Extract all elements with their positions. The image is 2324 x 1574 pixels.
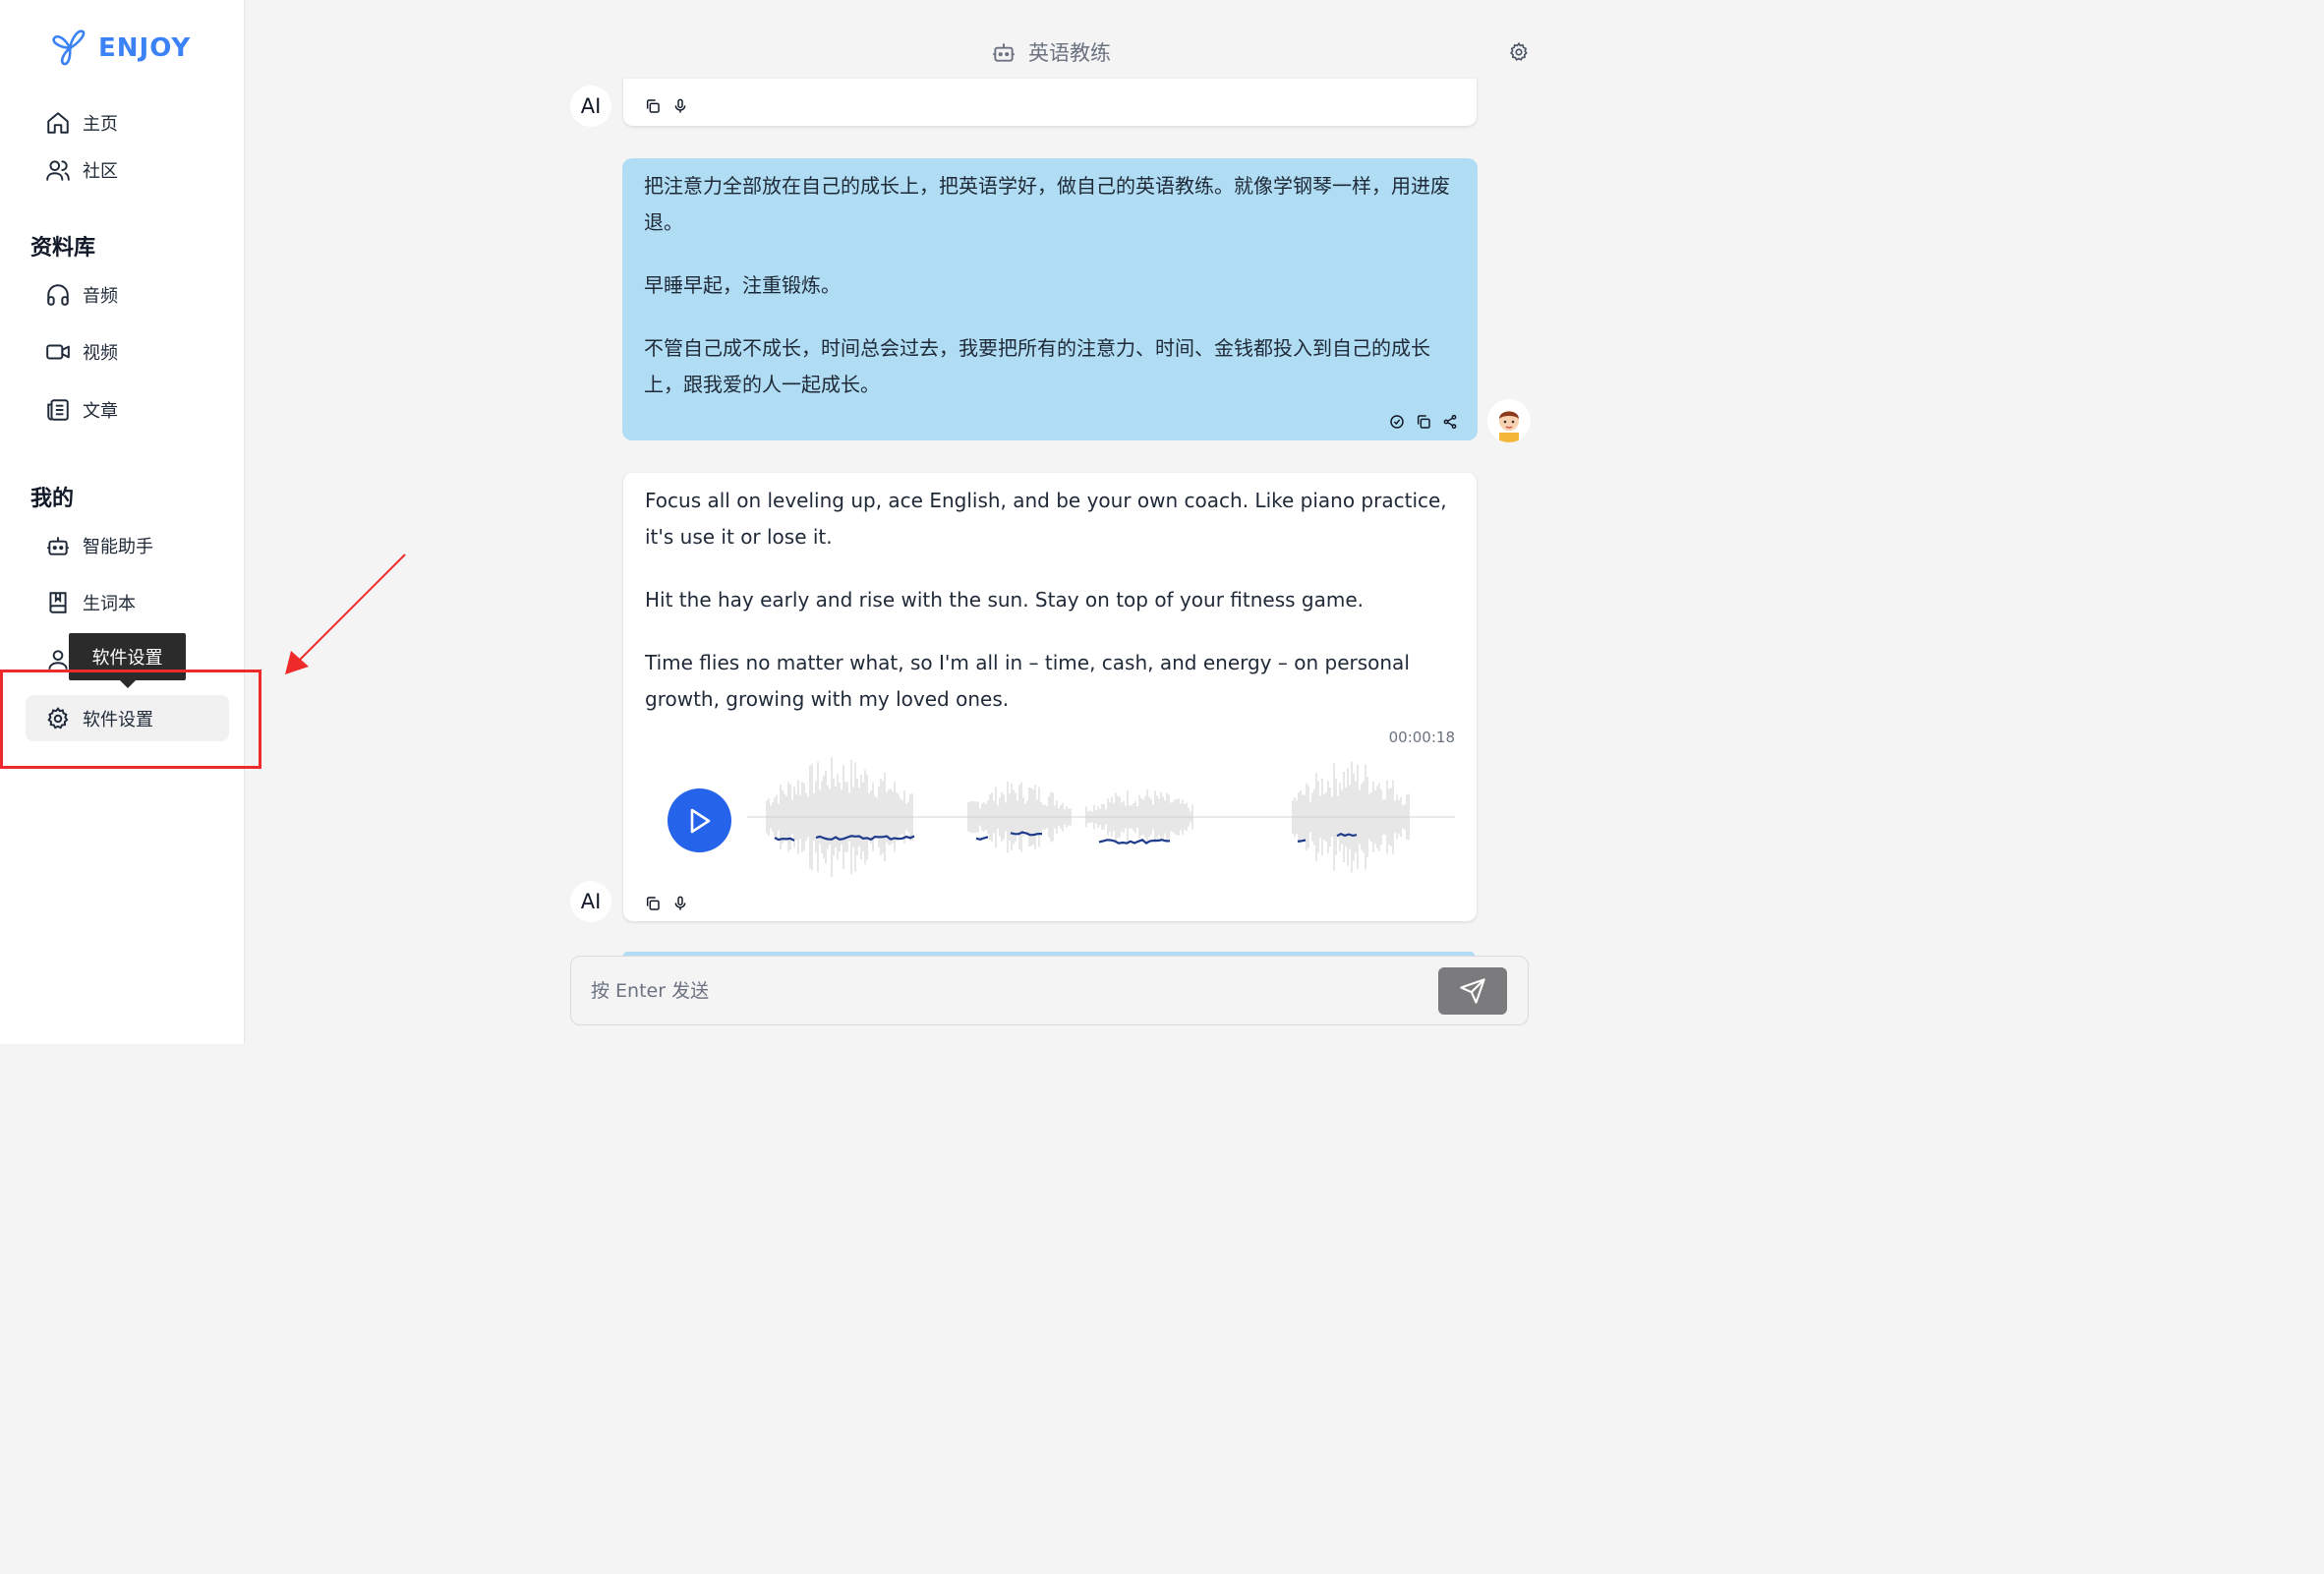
bot-icon xyxy=(993,43,1015,62)
microphone-icon[interactable] xyxy=(672,896,688,911)
user-avatar[interactable] xyxy=(1487,399,1531,442)
play-icon xyxy=(690,808,710,833)
nav-label-community: 社区 xyxy=(83,161,118,182)
nav-label-vocabulary: 生词本 xyxy=(83,594,136,614)
user-avatar-icon xyxy=(1499,411,1519,442)
copy-icon[interactable] xyxy=(1416,414,1431,430)
ai-message-bubble: Focus all on leveling up, ace English, a… xyxy=(623,473,1477,921)
video-icon xyxy=(46,344,70,360)
nav-item-assistant[interactable]: 智能助手 xyxy=(26,524,229,567)
microphone-icon[interactable] xyxy=(672,98,688,114)
book-icon xyxy=(49,592,67,613)
ai-message-bubble-previous xyxy=(623,79,1477,126)
message-input[interactable] xyxy=(591,974,1397,1008)
headphones-icon xyxy=(47,284,69,306)
newspaper-icon xyxy=(47,399,69,421)
send-icon xyxy=(1460,978,1485,1004)
ai-message-paragraph: Hit the hay early and rise with the sun.… xyxy=(645,588,1364,612)
conversation-title-text: 英语教练 xyxy=(1028,41,1111,65)
copy-icon[interactable] xyxy=(645,98,661,114)
ai-avatar: AI xyxy=(570,86,611,127)
nav-item-home[interactable]: 主页 xyxy=(26,101,229,145)
user-message-paragraph: 早睡早起，注重锻炼。 xyxy=(644,273,841,297)
nav-item-articles[interactable]: 文章 xyxy=(26,388,229,432)
message-composer xyxy=(570,956,1529,1025)
user-message-bubble: 把注意力全部放在自己的成长上，把英语学好，做自己的英语教练。就像学钢琴一样，用进… xyxy=(622,158,1478,440)
nav-label-audio: 音频 xyxy=(83,286,118,307)
ai-message-paragraph: Focus all on leveling up, ace English, a… xyxy=(645,489,1447,549)
play-button[interactable] xyxy=(668,788,731,852)
home-icon xyxy=(47,112,69,134)
nav-label-home: 主页 xyxy=(83,114,118,135)
share-icon[interactable] xyxy=(1442,414,1458,430)
section-title-mine: 我的 xyxy=(30,487,75,511)
bot-icon xyxy=(47,537,69,555)
conversation-settings-icon[interactable] xyxy=(1508,41,1530,63)
ai-message-paragraph: Time flies no matter what, so I'm all in… xyxy=(645,651,1410,711)
user-message-paragraph: 不管自己成不成长，时间总会过去，我要把所有的注意力、时间、金钱都投入到自己的成长… xyxy=(644,336,1430,396)
nav-label-assistant: 智能助手 xyxy=(83,537,153,557)
nav-label-video: 视频 xyxy=(83,343,118,364)
nav-item-video[interactable]: 视频 xyxy=(26,330,229,374)
app-logo[interactable]: ENJOY xyxy=(51,29,191,67)
sidebar: ENJOY 主页 社区 资料库 音频 视频 文章 我的 智能助手 生词本 软件设… xyxy=(0,0,245,1044)
ai-message-actions xyxy=(645,896,688,911)
users-icon xyxy=(46,160,70,181)
nav-item-audio[interactable]: 音频 xyxy=(26,273,229,317)
highlight-annotation-box xyxy=(0,670,261,769)
nav-item-community[interactable]: 社区 xyxy=(26,148,229,192)
ai-avatar: AI xyxy=(570,881,611,922)
audio-duration: 00:00:18 xyxy=(1388,729,1455,746)
copy-icon[interactable] xyxy=(645,896,661,911)
logo-icon xyxy=(52,29,86,66)
audio-waveform[interactable] xyxy=(747,751,1455,884)
user-message-paragraph: 把注意力全部放在自己的成长上，把英语学好，做自己的英语教练。就像学钢琴一样，用进… xyxy=(644,174,1450,234)
annotation-arrow-icon xyxy=(285,554,406,674)
send-button[interactable] xyxy=(1438,967,1507,1015)
nav-item-vocabulary[interactable]: 生词本 xyxy=(26,581,229,624)
chat-header: 英语教练 xyxy=(246,29,1541,79)
ai-message-actions xyxy=(645,98,688,114)
logo-text: ENJOY xyxy=(98,33,192,63)
user-message-actions xyxy=(1389,414,1458,430)
check-circle-icon[interactable] xyxy=(1389,414,1405,430)
conversation-title: 英语教练 xyxy=(991,37,1111,67)
nav-label-articles: 文章 xyxy=(83,401,118,422)
section-title-library: 资料库 xyxy=(30,236,96,261)
